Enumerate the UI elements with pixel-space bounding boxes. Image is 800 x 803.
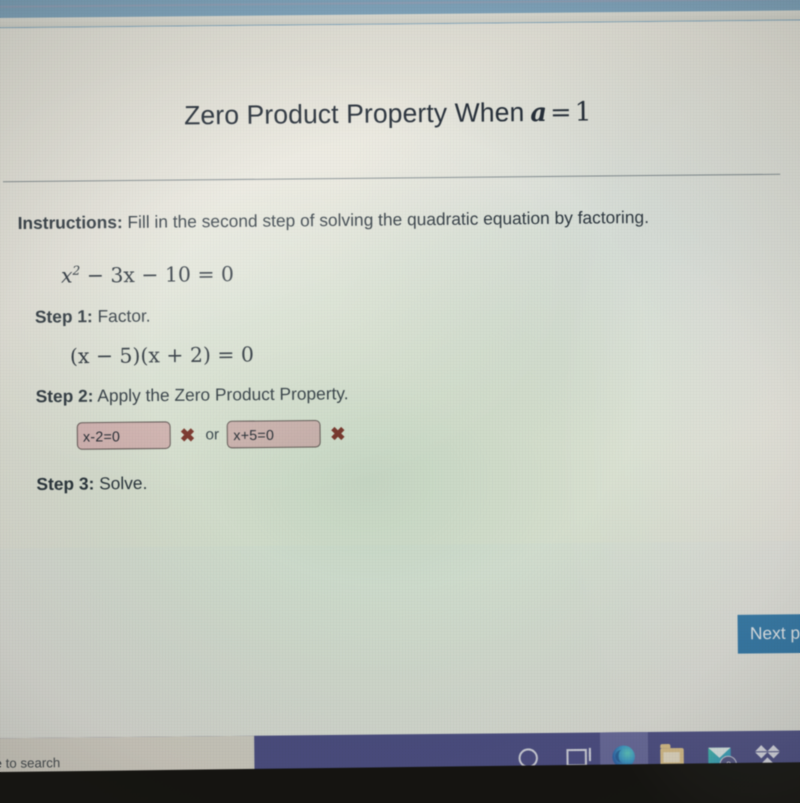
equation-original: x2 − 3x − 10 = 0 (61, 262, 234, 288)
answer-input-1[interactable]: x-2=0 (76, 421, 171, 450)
step-2-label: Step 2: (35, 386, 94, 407)
page-title-value: 1 (574, 97, 592, 128)
step-2: Step 2: Apply the Zero Product Property. (36, 384, 349, 407)
next-page-button[interactable]: Next p (737, 613, 800, 654)
page-title-variable: a (530, 97, 548, 128)
equation-original-rest: − 3x − 10 = 0 (80, 261, 235, 288)
or-separator: or (205, 426, 220, 444)
equation-original-exponent: 2 (72, 263, 81, 278)
step-3-text: Solve. (94, 473, 148, 494)
step-1: Step 1: Factor. (35, 306, 151, 328)
step-3-label: Step 3: (36, 474, 95, 495)
answer-row: x-2=0 ✖ or x+5=0 ✖ (76, 419, 352, 450)
step-1-text: Factor. (92, 306, 151, 327)
page-title-equals: = (550, 97, 572, 128)
equation-factored: (x − 5)(x + 2) = 0 (69, 342, 255, 369)
step-1-label: Step 1: (34, 306, 93, 327)
file-explorer-icon (660, 747, 684, 766)
quiz-page: Zero Product Property When a = 1 Instructio… (0, 20, 800, 743)
task-view-icon (566, 748, 587, 766)
step-3: Step 3: Solve. (36, 474, 147, 495)
incorrect-mark-2: ✖ (330, 423, 346, 444)
instructions-text: Fill in the second step of solving the q… (122, 207, 650, 233)
step-2-text: Apply the Zero Product Property. (93, 383, 349, 406)
incorrect-mark-1: ✖ (179, 424, 196, 446)
monitor-screen: Zero Product Property When a = 1 Instructio… (0, 0, 800, 786)
instructions-label: Instructions: (17, 212, 123, 234)
answer-input-2[interactable]: x+5=0 (227, 419, 322, 449)
equation-original-base: x (60, 263, 73, 288)
screen-photo: Zero Product Property When a = 1 Instructio… (0, 0, 800, 803)
page-title-text: Zero Product Property When (184, 96, 525, 131)
